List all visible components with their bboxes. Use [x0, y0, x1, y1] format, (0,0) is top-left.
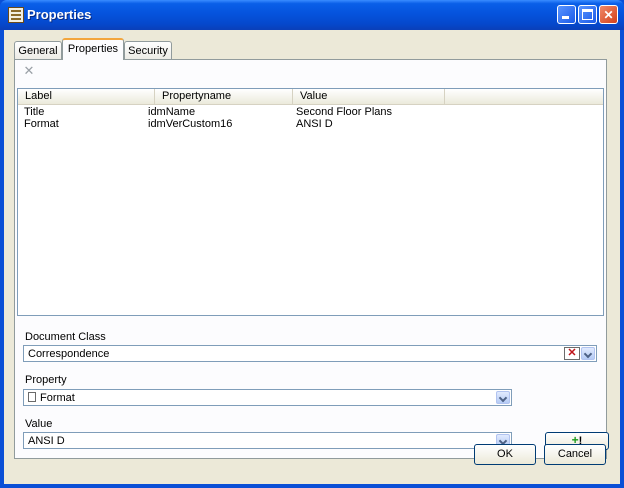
row-propertyname: idmName	[148, 106, 196, 118]
document-class-value: Correspondence	[28, 348, 110, 360]
value-value: ANSI D	[28, 435, 65, 447]
tab-security[interactable]: Security	[124, 41, 172, 59]
column-header-propertyname[interactable]: Propertyname	[155, 89, 293, 104]
clear-x-icon[interactable]: ✕	[564, 347, 580, 360]
chevron-down-icon[interactable]	[581, 347, 595, 360]
close-button[interactable]: ✕	[599, 5, 618, 24]
delete-x-icon[interactable]: ✕	[21, 63, 37, 79]
dialog-client: General Properties Security ✕ Label Prop…	[4, 30, 620, 484]
list-item[interactable]: Title idmName Second Floor Plans	[18, 106, 603, 118]
value-label: Value	[25, 418, 53, 430]
properties-window: Properties ✕ General Properties Security…	[0, 0, 624, 488]
property-combo[interactable]: Format	[23, 389, 512, 406]
cancel-button[interactable]: Cancel	[544, 444, 606, 465]
value-combo[interactable]: ANSI D	[23, 432, 512, 449]
property-value: Format	[40, 392, 75, 404]
column-header-value[interactable]: Value	[293, 89, 445, 104]
minimize-button[interactable]	[557, 5, 576, 24]
title-bar[interactable]: Properties ✕	[0, 0, 624, 30]
row-value: Second Floor Plans	[296, 106, 392, 118]
properties-list[interactable]: Label Propertyname Value Title idmName S…	[17, 88, 604, 316]
row-label: Format	[24, 118, 59, 130]
column-header-label[interactable]: Label	[18, 89, 155, 104]
ok-button[interactable]: OK	[474, 444, 536, 465]
properties-icon	[8, 7, 24, 23]
document-icon	[28, 392, 36, 402]
properties-tab-panel: ✕ Label Propertyname Value Title idmName…	[14, 59, 609, 459]
document-class-combo[interactable]: Correspondence ✕	[23, 345, 597, 362]
row-propertyname: idmVerCustom16	[148, 118, 233, 130]
window-title: Properties	[27, 7, 92, 22]
list-item[interactable]: Format idmVerCustom16 ANSI D	[18, 118, 603, 130]
row-label: Title	[24, 106, 45, 118]
maximize-button[interactable]	[578, 5, 597, 24]
list-header: Label Propertyname Value	[18, 89, 603, 105]
property-label: Property	[25, 374, 67, 386]
chevron-down-icon[interactable]	[496, 391, 510, 404]
row-value: ANSI D	[296, 118, 333, 130]
tab-general[interactable]: General	[14, 41, 62, 59]
document-class-label: Document Class	[25, 331, 106, 343]
tab-properties[interactable]: Properties	[62, 38, 124, 60]
